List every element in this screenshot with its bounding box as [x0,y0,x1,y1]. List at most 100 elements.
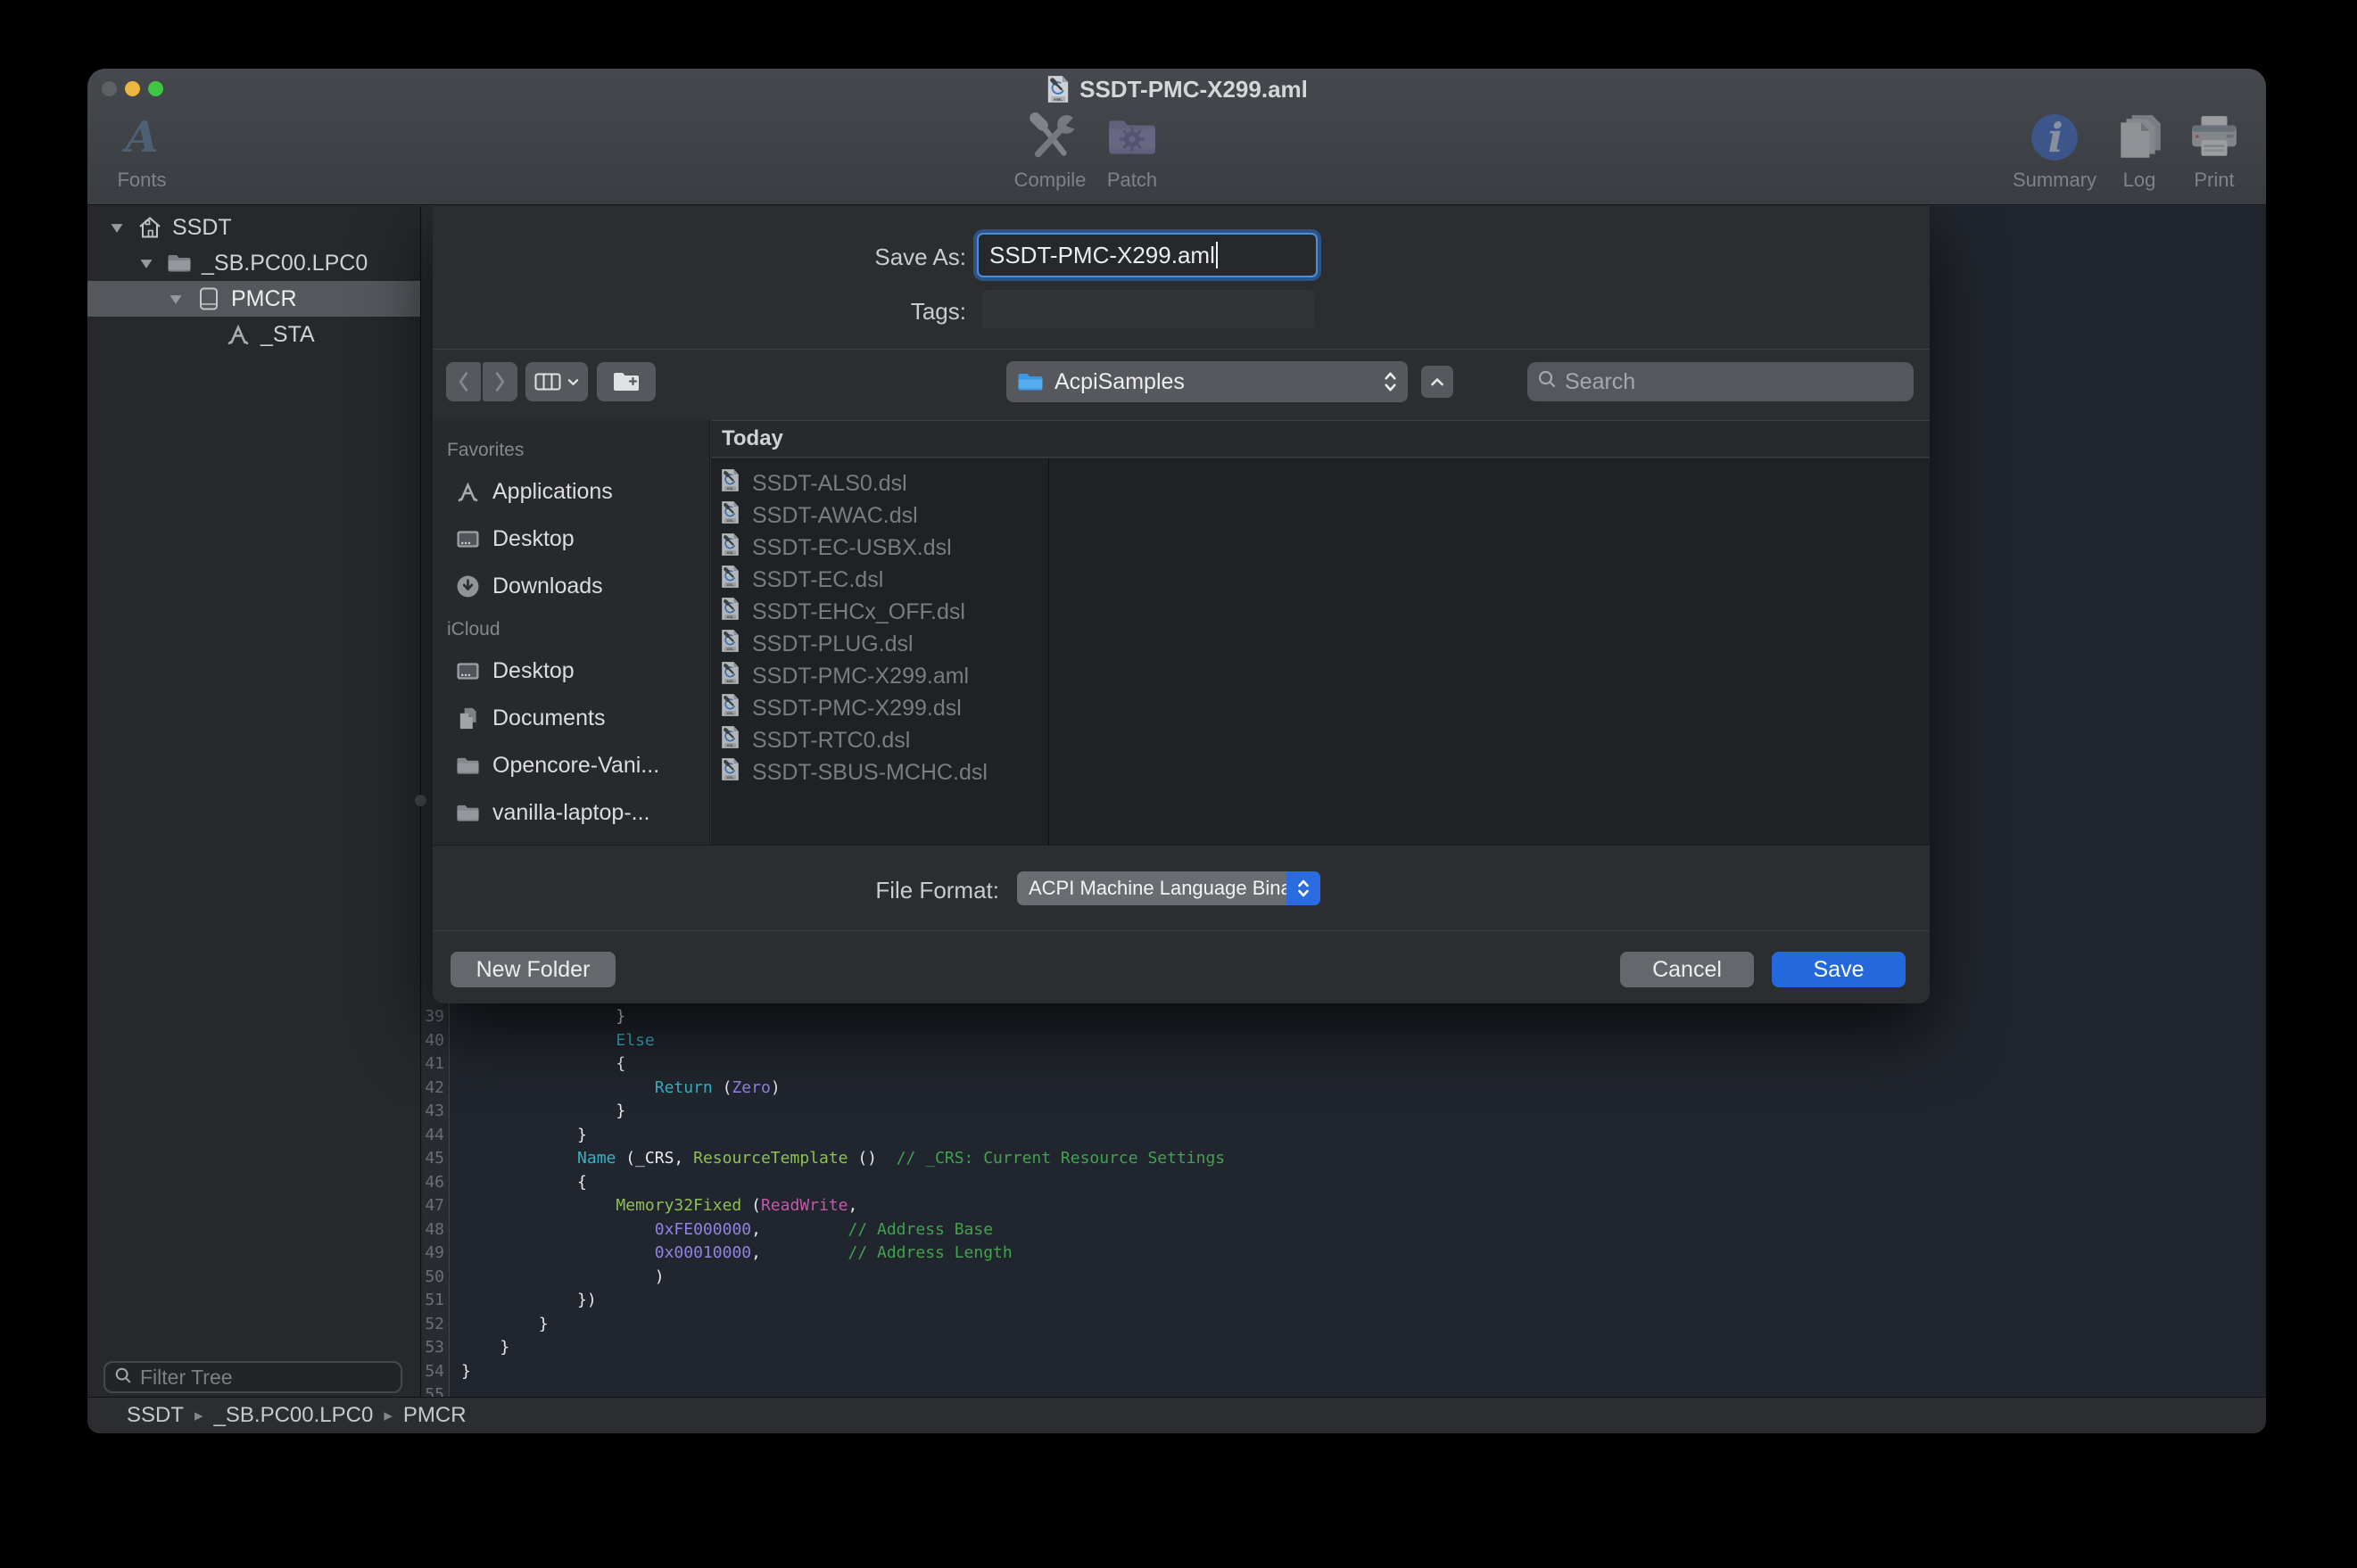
file-format-value: ACPI Machine Language Binary [1029,877,1308,900]
splitter-handle[interactable] [415,795,426,806]
places-sidebar: FavoritesApplicationsDesktopDownloadsiCl… [433,420,710,845]
code-line-45: Name (_CRS, ResourceTemplate () // _CRS:… [461,1147,2266,1171]
cancel-button[interactable]: Cancel [1620,952,1754,987]
desktop-icon [454,527,481,551]
file-row[interactable]: AMLSSDT-PMC-X299.aml [711,660,1048,692]
svg-text:DSL: DSL [726,647,734,651]
file-row[interactable]: DSL SSDT-AWAC.dsl [711,499,1048,532]
tree-item-_sb.pc00.lpc0[interactable]: _SB.PC00.LPC0 [87,245,420,281]
forward-button[interactable] [483,362,517,401]
new-folder-button[interactable]: New Folder [451,952,616,987]
sidebar-item-label: vanilla-laptop-... [492,800,649,826]
code-line-39: } [461,1005,2266,1029]
downloads-icon [454,574,481,598]
tree-item-label: _SB.PC00.LPC0 [202,251,368,276]
svg-text:DSL: DSL [726,582,734,587]
code-line-52: } [461,1313,2266,1337]
sidebar-item-applications[interactable]: Applications [433,468,709,516]
back-button[interactable] [446,362,481,401]
sidebar-item-downloads[interactable]: Downloads [433,563,709,610]
code-line-54: } [461,1360,2266,1384]
sidebar-item-documents[interactable]: Documents [433,695,709,742]
code-line-50: ) [461,1266,2266,1290]
sidebar-section-title: Favorites [433,431,709,468]
code-line-51: }) [461,1289,2266,1313]
file-row[interactable]: DSLSSDT-PLUG.dsl [711,628,1048,660]
svg-text:DSL: DSL [726,486,734,491]
sidebar-item-label: Desktop [492,526,575,552]
maciasl-window: AML SSDT-PMC-X299.aml A Fonts Compil [87,69,2266,1433]
file-row[interactable]: DSLSSDT-SBUS-MCHC.dsl [711,756,1048,788]
up-down-chevrons-icon [1297,877,1310,900]
breadcrumb-item[interactable]: PMCR [403,1403,467,1428]
popup-chevrons [1286,871,1320,905]
file-row[interactable]: DSLSSDT-RTC0.dsl [711,724,1048,756]
sidebar-item-desktop[interactable]: Desktop [433,648,709,695]
code-line-46: { [461,1171,2266,1195]
aml-file-icon: AML [720,661,740,691]
toolbar-print-button[interactable]: Print [2152,108,2266,192]
folderfill-icon [454,801,481,825]
file-name: SSDT-RTC0.dsl [752,728,910,754]
tags-input[interactable] [982,289,1314,328]
svg-text:DSL: DSL [726,518,734,523]
file-format-label: File Format: [794,877,999,904]
status-bar: SSDT▸_SB.PC00.LPC0▸PMCR [87,1397,2266,1433]
disclosure-triangle-icon[interactable] [110,222,128,234]
code-line-47: Memory32Fixed (ReadWrite, [461,1194,2266,1218]
tags-label: Tags: [761,298,966,326]
breadcrumb-item[interactable]: _SB.PC00.LPC0 [214,1403,374,1428]
tree-item-label: SSDT [172,215,232,241]
breadcrumb-separator-icon: ▸ [194,1406,203,1426]
column-divider [1048,458,1049,845]
dsl-file-icon: DSL [720,532,740,563]
disclosure-triangle-icon[interactable] [169,293,186,305]
file-name: SSDT-EC-USBX.dsl [752,535,952,561]
window-title: AML SSDT-PMC-X299.aml [87,75,2266,103]
printer-icon [2152,108,2266,167]
sidebar-item-label: Documents [492,706,605,731]
breadcrumb: SSDT▸_SB.PC00.LPC0▸PMCR [127,1403,467,1428]
new-folder-icon-button[interactable] [597,362,656,401]
file-name: SSDT-PMC-X299.dsl [752,696,962,722]
file-name: SSDT-EC.dsl [752,567,883,593]
method-icon [223,322,253,347]
file-row[interactable]: DSL SSDT-PMC-X299.dsl [711,692,1048,724]
tree-item-_sta[interactable]: _STA [87,317,420,352]
code-line-43: } [461,1100,2266,1124]
filename-input[interactable]: SSDT-PMC-X299.aml [977,233,1318,277]
dsl-file-icon: DSL [720,693,740,723]
file-browser: DSLSSDT-ALS0.dslDSLSSDT-AWAC.dslDSLSSDT-… [711,458,1930,845]
folderfill-icon [454,754,481,778]
filter-tree-input[interactable]: Filter Tree [103,1361,402,1393]
save-button[interactable]: Save [1772,952,1906,987]
sidebar-item-opencore-vani-[interactable]: Opencore-Vani... [433,742,709,789]
view-options-button[interactable] [525,362,588,401]
file-row[interactable]: DSLSSDT-ALS0.dsl [711,467,1048,499]
file-row[interactable]: DSL SSDT-EC.dsl [711,564,1048,596]
file-format-popup[interactable]: ACPI Machine Language Binary [1017,871,1320,905]
file-name: SSDT-AWAC.dsl [752,503,918,529]
svg-text:DSL: DSL [726,615,734,619]
file-row[interactable]: DSLSSDT-EHCx_OFF.dsl [711,596,1048,628]
breadcrumb-item[interactable]: SSDT [127,1403,184,1428]
file-row[interactable]: DSL SSDT-EC-USBX.dsl [711,532,1048,564]
search-icon [1537,369,1557,395]
toolbar-fonts-button[interactable]: A Fonts [87,108,204,192]
search-input[interactable]: Search [1527,362,1914,401]
house-icon [135,215,165,240]
sidebar-item-vanilla-laptop-[interactable]: vanilla-laptop-... [433,789,709,837]
aml-document-icon: AML [1046,75,1071,103]
svg-text:i: i [2047,114,2063,161]
up-directory-button[interactable] [1421,366,1453,398]
sidebar-item-desktop[interactable]: Desktop [433,516,709,563]
toolbar-patch-button[interactable]: Patch [1070,108,1195,192]
file-group-header: Today [711,420,1930,458]
disclosure-triangle-icon[interactable] [139,258,157,269]
tree-item-ssdt[interactable]: SSDT [87,210,420,245]
chevron-up-icon [1430,377,1444,386]
sidebar-item-label: Applications [492,479,613,505]
location-popup[interactable]: AcpiSamples [1006,361,1408,402]
search-icon [114,1366,132,1390]
tree-item-pmcr[interactable]: PMCR [87,281,420,317]
